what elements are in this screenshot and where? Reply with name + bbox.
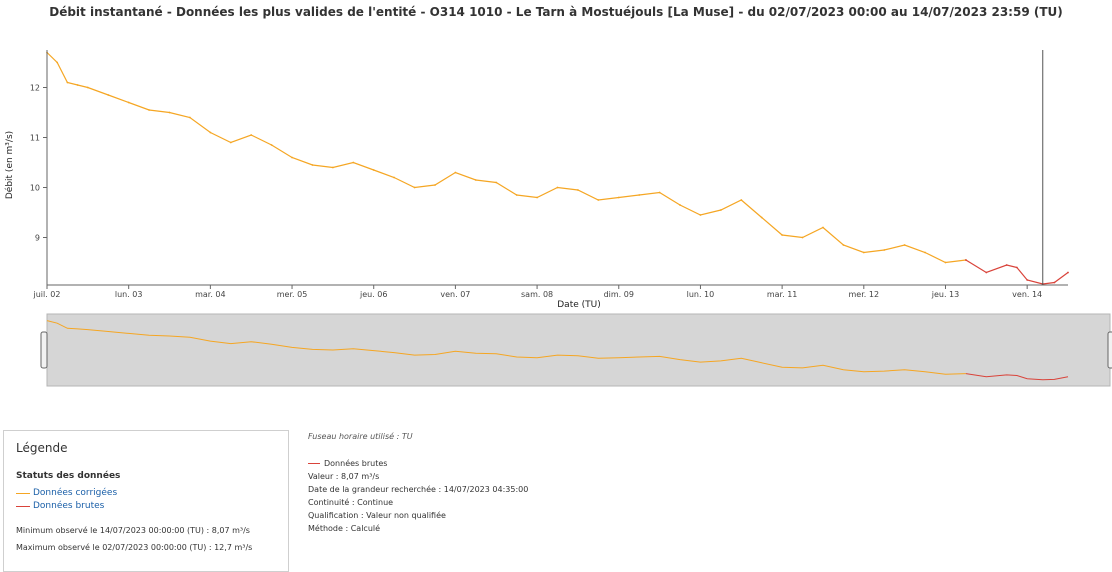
series-line-corrected [46, 52, 966, 264]
x-tick-label: lun. 10 [687, 290, 715, 299]
data-tooltip: Fuseau horaire utilisé : TU Données brut… [308, 432, 528, 537]
data-point-corrected [781, 234, 783, 236]
data-point-corrected [86, 86, 89, 89]
data-point-corrected [352, 161, 355, 164]
data-point-raw [1067, 271, 1069, 274]
data-point-corrected [250, 134, 253, 136]
x-tick-label: ven. 14 [1012, 290, 1042, 299]
data-point-corrected [107, 94, 110, 96]
legend-item-raw-label: Données brutes [33, 501, 105, 511]
data-point-raw [985, 271, 988, 274]
data-point-corrected [638, 194, 641, 196]
x-tick-label: lun. 03 [115, 290, 143, 299]
x-tick-label: mer. 12 [849, 290, 880, 299]
data-point-corrected [189, 116, 191, 119]
tooltip-series-swatch [308, 463, 320, 464]
x-tick-label: juil. 02 [32, 290, 60, 299]
legend-title: Légende [16, 441, 68, 455]
x-axis-title: Date (TU) [557, 300, 600, 310]
y-tick-label: 10 [30, 184, 40, 193]
y-tick-label: 12 [30, 84, 40, 93]
data-point-corrected [209, 131, 212, 134]
data-point-corrected [679, 204, 681, 206]
legend-item-raw[interactable]: Données brutes [16, 501, 104, 511]
max-observed: Maximum observé le 02/07/2023 00:00:00 (… [16, 543, 253, 552]
data-point-raw [1016, 266, 1018, 269]
legend-status-title: Statuts des données [16, 471, 121, 481]
tooltip-value: Valeur : 8,07 m³/s [308, 472, 380, 481]
timezone-note: Fuseau horaire utilisé : TU [308, 432, 413, 441]
data-point-corrected [291, 156, 293, 159]
data-point-corrected [577, 189, 579, 191]
tooltip-qualification: Qualification : Valeur non qualifiée [308, 511, 446, 520]
data-point-corrected [536, 196, 538, 199]
data-point-raw [1005, 264, 1008, 266]
data-point-corrected [617, 196, 620, 199]
data-point-corrected [270, 144, 273, 146]
data-point-corrected [229, 141, 232, 144]
data-point-corrected [658, 191, 661, 194]
x-tick-label: dim. 09 [604, 290, 634, 299]
tooltip-series-label: Données brutes [324, 459, 388, 468]
y-tick-label: 11 [30, 134, 40, 143]
chart-svg[interactable]: 9 10 11 12 juil. 02 lun. 03 mar. 04 mer. 05 jeu… [0, 0, 1112, 425]
data-point-corrected [413, 186, 416, 189]
y-axis-title: Débit (en m³/s) [4, 131, 15, 199]
y-tick-label: 9 [35, 234, 40, 243]
data-point-corrected [66, 81, 69, 84]
x-tick-label: jeu. 06 [359, 290, 387, 299]
x-tick-label: ven. 07 [440, 290, 470, 299]
data-point-raw [1026, 279, 1029, 281]
x-tick-label: mar. 11 [767, 290, 798, 299]
data-point-corrected [903, 244, 906, 246]
data-point-corrected [311, 164, 314, 166]
data-point-corrected [862, 251, 865, 254]
data-point-corrected [842, 244, 845, 246]
legend-item-corrected-label: Données corrigées [33, 488, 118, 498]
data-point-corrected [148, 109, 151, 111]
data-point-corrected [372, 169, 375, 171]
legend-panel: Légende Statuts des données Données corr… [3, 430, 289, 572]
data-point-corrected [393, 176, 395, 179]
corrected-swatch [16, 492, 30, 494]
data-point-corrected [924, 251, 926, 254]
tooltip-date: Date de la grandeur recherchée : 14/07/2… [308, 485, 529, 494]
data-point-corrected [720, 209, 722, 211]
series-line-raw [965, 259, 1069, 285]
data-point-corrected [495, 181, 498, 184]
raw-swatch [16, 505, 30, 507]
x-tick-label: jeu. 13 [931, 290, 959, 299]
data-point-corrected [332, 166, 334, 169]
legend-item-corrected[interactable]: Données corrigées [16, 488, 117, 498]
data-point-corrected [515, 194, 518, 196]
data-point-raw [965, 259, 967, 261]
data-point-corrected [76, 84, 79, 86]
x-tick-label: mar. 04 [195, 290, 226, 299]
data-point-corrected [801, 236, 804, 239]
data-point-corrected [127, 101, 130, 104]
data-point-corrected [597, 199, 600, 201]
data-point-corrected [556, 186, 559, 189]
data-point-corrected [822, 226, 824, 229]
data-point-corrected [474, 179, 477, 181]
navigator-window[interactable] [46, 313, 1111, 387]
navigator-right-handle[interactable] [1107, 331, 1112, 369]
tooltip-continuity: Continuité : Continue [308, 498, 394, 507]
tooltip-series: Données brutes [308, 459, 528, 468]
data-point-corrected [944, 261, 947, 264]
min-observed: Minimum observé le 14/07/2023 00:00:00 (… [16, 526, 250, 535]
data-point-corrected [434, 184, 436, 186]
x-tick-label: sam. 08 [521, 290, 553, 299]
data-point-corrected [740, 199, 743, 201]
navigator-left-handle[interactable] [40, 331, 48, 369]
data-point-corrected [454, 171, 457, 174]
data-point-corrected [699, 214, 702, 216]
data-point-corrected [56, 61, 59, 64]
data-point-corrected [760, 216, 763, 219]
x-tick-label: mer. 05 [277, 290, 308, 299]
tooltip-method: Méthode : Calculé [308, 524, 381, 533]
data-point-corrected [883, 249, 886, 251]
data-point-raw [1053, 281, 1056, 284]
data-point-corrected [168, 111, 171, 114]
